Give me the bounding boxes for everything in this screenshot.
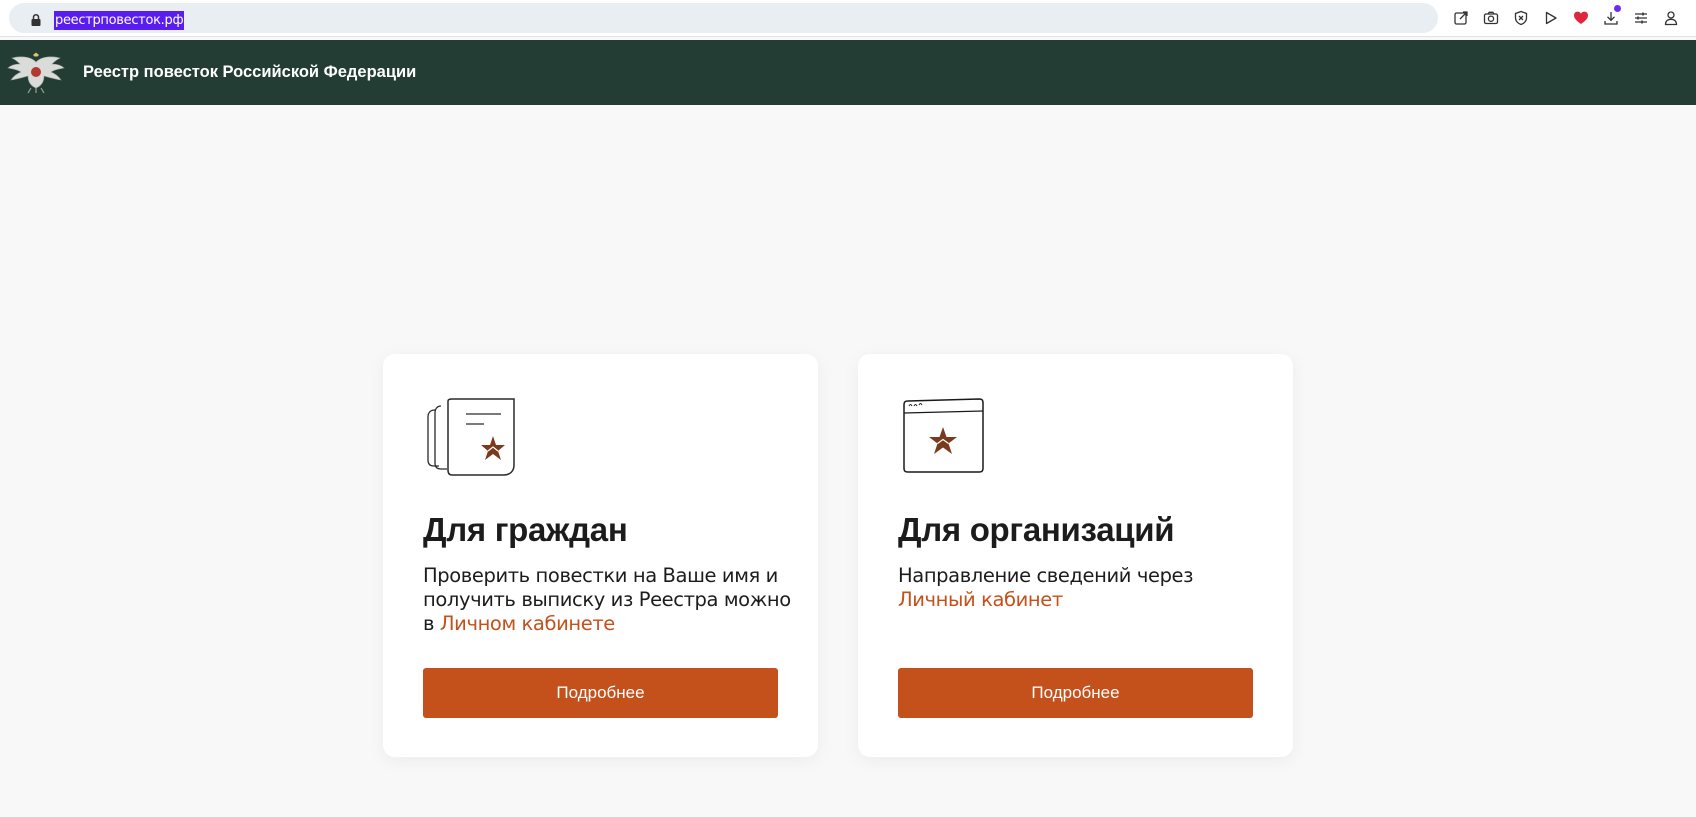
browser-toolbar: реестрповесток.рф (0, 0, 1696, 37)
play-icon[interactable] (1541, 8, 1561, 28)
profile-icon[interactable] (1661, 8, 1681, 28)
camera-icon[interactable] (1481, 8, 1501, 28)
sliders-icon[interactable] (1631, 8, 1651, 28)
site-header: Реестр повесток Российской Федерации (0, 40, 1696, 105)
download-icon[interactable] (1601, 5, 1621, 28)
citizens-card: Для граждан Проверить повестки на Ваше и… (383, 354, 818, 757)
card-title: Для организаций (898, 511, 1175, 548)
card-title: Для граждан (423, 511, 628, 548)
personal-account-link[interactable]: Личном кабинете (440, 612, 615, 635)
shield-icon[interactable] (1511, 8, 1531, 28)
card-description: Проверить повестки на Ваше имя и получит… (423, 564, 793, 636)
document-star-icon (427, 398, 515, 476)
eagle-emblem-icon[interactable] (6, 52, 66, 94)
more-button[interactable]: Подробнее (898, 668, 1253, 718)
card-description-text: Направление сведений через (898, 564, 1194, 587)
url-text[interactable]: реестрповесток.рф (54, 11, 185, 30)
more-button[interactable]: Подробнее (423, 668, 778, 718)
lock-icon[interactable] (29, 13, 43, 27)
address-bar[interactable]: реестрповесток.рф (9, 3, 1438, 33)
card-description: Направление сведений через Личный кабине… (898, 564, 1268, 612)
personal-account-link[interactable]: Личный кабинет (898, 588, 1063, 611)
notification-dot (1614, 5, 1621, 12)
heart-icon[interactable] (1571, 8, 1591, 28)
organizations-card: Для организаций Направление сведений чер… (858, 354, 1293, 757)
browser-window-star-icon (903, 398, 984, 473)
site-title[interactable]: Реестр повесток Российской Федерации (83, 63, 416, 82)
share-icon[interactable] (1451, 8, 1471, 28)
